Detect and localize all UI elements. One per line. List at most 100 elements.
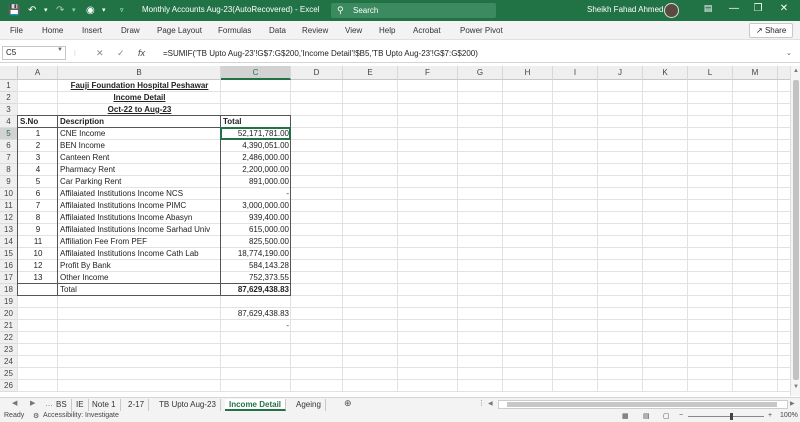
row-header-12[interactable]: 12 (0, 212, 18, 224)
menu-draw[interactable]: Draw (121, 26, 140, 35)
active-cell-selection[interactable] (220, 127, 291, 140)
menu-page-layout[interactable]: Page Layout (157, 26, 202, 35)
row-header-18[interactable]: 18 (0, 284, 18, 296)
column-header-k[interactable]: K (643, 66, 688, 80)
cell-check-total[interactable]: 87,629,438.83 (221, 308, 291, 320)
cell-title-hospital[interactable]: Fauji Foundation Hospital Peshawar (58, 80, 221, 92)
cell-total[interactable]: 2,486,000.00 (221, 152, 291, 164)
cell-sno[interactable]: 12 (18, 260, 58, 272)
undo-dropdown-icon[interactable]: ▾ (44, 4, 48, 17)
sheet-tab-2-17[interactable]: 2-17 (124, 399, 150, 411)
horizontal-scrollbar[interactable] (498, 400, 788, 409)
page-break-view-icon[interactable]: ▢ (663, 412, 670, 420)
cell-sno[interactable]: 6 (18, 188, 58, 200)
undo-icon[interactable]: ↶ (28, 4, 36, 17)
zoom-slider-knob[interactable] (730, 413, 733, 420)
redo-icon[interactable]: ↷ (56, 4, 64, 17)
zoom-level[interactable]: 100% (780, 412, 798, 419)
cell-description[interactable]: Affilaiated Institutions Income Abasyn (58, 212, 221, 224)
vertical-scroll-thumb[interactable] (793, 80, 799, 380)
menu-acrobat[interactable]: Acrobat (413, 26, 441, 35)
user-name[interactable]: Sheikh Fahad Ahmed (587, 5, 664, 14)
row-header-16[interactable]: 16 (0, 260, 18, 272)
cell-total[interactable]: 4,390,051.00 (221, 140, 291, 152)
row-header-15[interactable]: 15 (0, 248, 18, 260)
row-header-17[interactable]: 17 (0, 272, 18, 284)
column-header-n[interactable]: N (778, 66, 790, 80)
redo-dropdown-icon[interactable]: ▾ (72, 4, 76, 17)
row-header-9[interactable]: 9 (0, 176, 18, 188)
enter-icon[interactable]: ✓ (117, 48, 125, 59)
menu-home[interactable]: Home (42, 26, 63, 35)
share-button[interactable]: ↗ Share (749, 23, 793, 38)
cell-total[interactable]: 18,774,190.00 (221, 248, 291, 260)
zoom-in-icon[interactable]: + (768, 412, 772, 419)
cell-total[interactable]: 939,400.00 (221, 212, 291, 224)
cell-description[interactable]: Car Parking Rent (58, 176, 221, 188)
cell-sno[interactable]: 10 (18, 248, 58, 260)
cell-description[interactable]: Affilaiated Institutions Income PIMC (58, 200, 221, 212)
cell-description[interactable]: CNE Income (58, 128, 221, 140)
row-header-2[interactable]: 2 (0, 92, 18, 104)
menu-data[interactable]: Data (269, 26, 286, 35)
scroll-right-icon[interactable]: ▶ (790, 400, 795, 407)
cell-total[interactable]: 3,000,000.00 (221, 200, 291, 212)
save-icon[interactable]: 💾 (8, 4, 20, 17)
menu-review[interactable]: Review (302, 26, 328, 35)
row-header-1[interactable]: 1 (0, 80, 18, 92)
menu-help[interactable]: Help (379, 26, 395, 35)
prev-sheet-icon[interactable]: ◀ (12, 399, 17, 407)
column-header-g[interactable]: G (458, 66, 503, 80)
row-header-19[interactable]: 19 (0, 296, 18, 308)
row-header-10[interactable]: 10 (0, 188, 18, 200)
row-header-8[interactable]: 8 (0, 164, 18, 176)
menu-formulas[interactable]: Formulas (218, 26, 251, 35)
cell-sno[interactable]: 2 (18, 140, 58, 152)
cell-sno[interactable]: 8 (18, 212, 58, 224)
normal-view-icon[interactable]: ▦ (622, 412, 629, 420)
row-header-14[interactable]: 14 (0, 236, 18, 248)
tab-split-icon[interactable]: ⋮ (478, 399, 485, 407)
cell-description[interactable]: BEN Income (58, 140, 221, 152)
column-header-l[interactable]: L (688, 66, 733, 80)
cell-description[interactable]: Canteen Rent (58, 152, 221, 164)
insert-function-icon[interactable]: fx (138, 48, 145, 58)
sheet-tab-ie[interactable]: IE (72, 399, 89, 411)
cell-sno[interactable]: 3 (18, 152, 58, 164)
column-header-f[interactable]: F (398, 66, 458, 80)
menu-power-pivot[interactable]: Power Pivot (460, 26, 503, 35)
restore-icon[interactable]: ❐ (748, 3, 768, 14)
sheet-tab-bs[interactable]: BS (52, 399, 72, 411)
cell-description[interactable]: Affiliation Fee From PEF (58, 236, 221, 248)
row-header-20[interactable]: 20 (0, 308, 18, 320)
vertical-scrollbar[interactable]: ▲ ▼ (790, 66, 800, 396)
cell-total[interactable]: 584,143.28 (221, 260, 291, 272)
row-header-3[interactable]: 3 (0, 104, 18, 116)
column-header-c[interactable]: C (221, 66, 291, 80)
cell-total[interactable]: 825,500.00 (221, 236, 291, 248)
row-header-26[interactable]: 26 (0, 380, 18, 392)
cell-sno[interactable]: 5 (18, 176, 58, 188)
row-header-25[interactable]: 25 (0, 368, 18, 380)
cell-description[interactable]: Pharmacy Rent (58, 164, 221, 176)
cell-title-income-detail[interactable]: Income Detail (58, 92, 221, 104)
scroll-up-icon[interactable]: ▲ (793, 68, 799, 74)
cell-total-label[interactable]: Total (58, 284, 221, 296)
cancel-icon[interactable]: ✕ (96, 48, 104, 59)
sheet-tab-income-detail[interactable]: Income Detail (225, 399, 287, 411)
zoom-out-icon[interactable]: − (679, 412, 683, 419)
sheet-tab-note-1[interactable]: Note 1 (88, 399, 121, 411)
chevron-down-icon[interactable]: ▼ (57, 47, 63, 53)
column-header-h[interactable]: H (503, 66, 553, 80)
column-header-i[interactable]: I (553, 66, 598, 80)
cell-description[interactable]: Affilaiated Institutions Income Cath Lab (58, 248, 221, 260)
scroll-left-icon[interactable]: ◀ (488, 400, 493, 407)
row-header-7[interactable]: 7 (0, 152, 18, 164)
menu-insert[interactable]: Insert (82, 26, 102, 35)
close-icon[interactable]: ✕ (774, 3, 794, 14)
column-header-a[interactable]: A (18, 66, 58, 80)
column-header-e[interactable]: E (343, 66, 398, 80)
row-header-5[interactable]: 5 (0, 128, 18, 140)
select-all-corner[interactable] (0, 66, 18, 80)
sheet-tab-ageing[interactable]: Ageing (292, 399, 326, 411)
